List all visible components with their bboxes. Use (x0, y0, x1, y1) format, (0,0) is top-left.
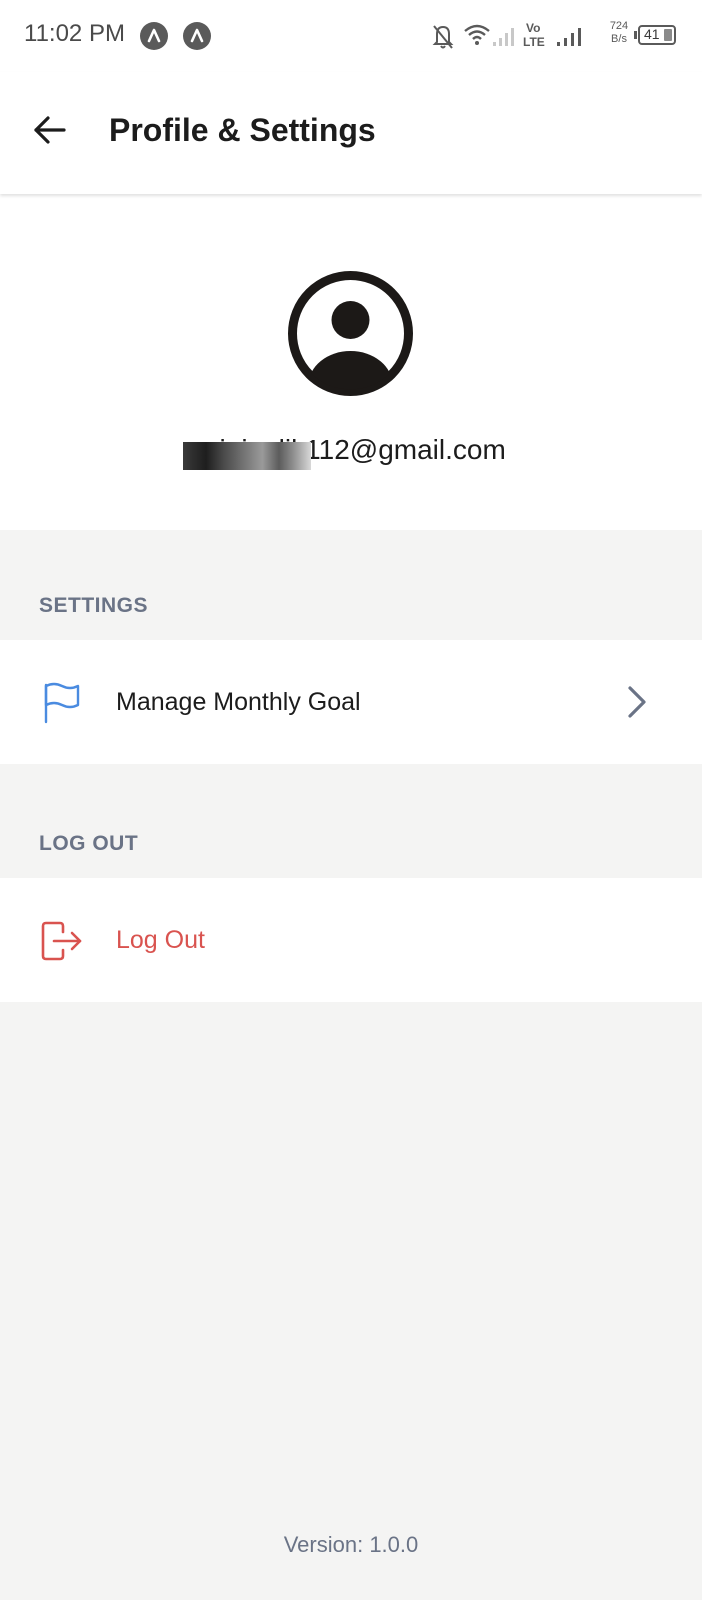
bell-off-icon (430, 18, 456, 54)
user-circle-icon[interactable] (287, 270, 414, 397)
wifi-icon (463, 18, 517, 54)
logout-section-header: LOG OUT (39, 832, 139, 855)
profile-card: mininalik112@gmail.com (0, 194, 702, 530)
battery-level: 41 (644, 26, 660, 42)
settings-section-header: SETTINGS (39, 594, 149, 617)
volte-icon: Vo LTE (523, 18, 551, 54)
network-speed-unit: B/s (611, 33, 627, 45)
back-button[interactable] (20, 102, 80, 162)
chevron-right-icon (625, 684, 649, 720)
app-notification-icon (183, 22, 211, 50)
status-bar: 11:02 PM Vo LTE 724 B/s 41 (0, 0, 702, 72)
app-version: Version: 1.0.0 (283, 1532, 419, 1557)
logout-icon (41, 920, 83, 962)
email-redaction (183, 442, 311, 470)
page-title: Profile & Settings (109, 112, 376, 148)
status-time: 11:02 PM (24, 20, 125, 47)
svg-text:LTE: LTE (523, 35, 545, 49)
battery-nub (634, 31, 637, 39)
signal-icon (555, 18, 591, 54)
network-speed: 724 B/s (604, 20, 634, 46)
app-bar: Profile & Settings (0, 72, 702, 194)
network-speed-value: 724 (609, 20, 629, 32)
logout-label: Log Out (116, 926, 205, 954)
arrow-left-icon (32, 112, 68, 153)
svg-text:Vo: Vo (526, 21, 540, 35)
logout-item[interactable]: Log Out (0, 878, 702, 1002)
manage-monthly-goal-label: Manage Monthly Goal (116, 688, 361, 716)
flag-icon (41, 682, 83, 724)
battery-icon: 41 (638, 25, 676, 45)
app-notification-icon (140, 22, 168, 50)
manage-monthly-goal-item[interactable]: Manage Monthly Goal (0, 640, 702, 764)
